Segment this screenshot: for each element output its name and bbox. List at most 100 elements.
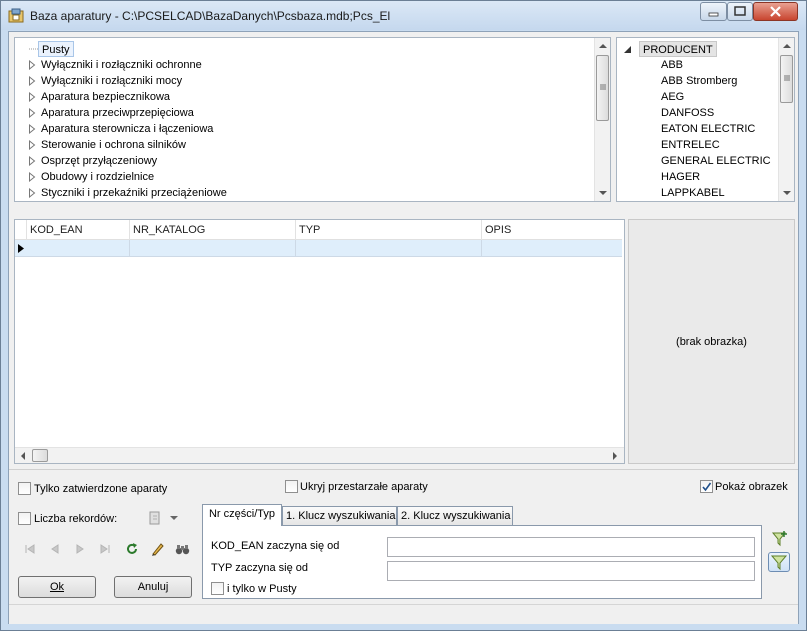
filter-add-icon[interactable] (770, 530, 790, 548)
last-record-icon[interactable] (97, 541, 113, 557)
tree-item-category[interactable]: Styczniki i przekaźniki przeciążeniowe (41, 185, 227, 201)
only-approved-checkbox[interactable] (18, 482, 31, 495)
window-title: Baza aparatury - C:\PCSELCAD\BazaDanych\… (30, 9, 391, 23)
tree-item-category[interactable]: Wyłączniki i rozłączniki mocy (41, 73, 182, 89)
cancel-button-label: Anuluj (137, 581, 169, 593)
next-record-icon[interactable] (72, 541, 88, 557)
column-header[interactable]: TYP (296, 220, 482, 240)
no-image-label: (brak obrazka) (676, 336, 747, 348)
producer-root[interactable]: PRODUCENT (639, 41, 717, 57)
filter-button[interactable] (768, 552, 790, 572)
tree-item-category[interactable]: Osprzęt przyłączeniowy (41, 153, 157, 169)
binoculars-icon[interactable] (174, 541, 190, 557)
ok-button[interactable]: Ok (18, 576, 96, 598)
producer-item[interactable]: ENTRELEC (661, 137, 720, 153)
maximize-icon (734, 6, 746, 16)
producer-tree[interactable]: PRODUCENT ABB ABB Stromberg AEG DANFOSS EATO… (616, 37, 795, 202)
minimize-icon (708, 12, 719, 17)
filter-icon (770, 555, 788, 571)
maximize-button[interactable] (727, 2, 753, 21)
chevron-down-icon[interactable] (169, 514, 179, 522)
category-vertical-scrollbar[interactable] (594, 38, 610, 201)
grid-scroll-thumb[interactable] (32, 449, 48, 462)
tree-expand-icon[interactable] (28, 108, 36, 118)
first-record-icon[interactable] (22, 541, 38, 557)
client-area: Pusty Wyłączniki i rozłączniki ochronne W… (8, 31, 799, 624)
kod-ean-input[interactable] (387, 537, 755, 557)
grid-indicator-header (15, 220, 27, 240)
tab-search-key-1[interactable]: 1. Klucz wyszukiwania (282, 506, 397, 526)
tree-item-category[interactable]: Aparatura sterownicza i łączeniowa (41, 121, 213, 137)
image-preview-panel: (brak obrazka) (628, 219, 795, 464)
prior-record-icon[interactable] (47, 541, 63, 557)
tree-expand-icon[interactable] (28, 156, 36, 166)
scroll-down-icon[interactable] (779, 185, 795, 201)
producer-item[interactable]: EATON ELECTRIC (661, 121, 755, 137)
export-icon[interactable] (147, 509, 167, 527)
tree-expanded-icon (624, 46, 631, 53)
only-in-checkbox[interactable] (211, 582, 224, 595)
cancel-button[interactable]: Anuluj (114, 576, 192, 598)
records-grid[interactable]: KOD_EAN NR_KATALOG TYP OPIS (14, 219, 625, 464)
tree-expand-icon[interactable] (28, 76, 36, 86)
tree-expand-icon[interactable] (28, 172, 36, 182)
grid-horizontal-scrollbar[interactable] (15, 447, 624, 463)
search-tab-page: KOD_EAN zaczyna się od TYP zaczyna się o… (202, 525, 762, 599)
close-button[interactable] (753, 2, 798, 21)
producer-item[interactable]: AEG (661, 89, 684, 105)
tree-expand-icon[interactable] (28, 124, 36, 134)
typ-input[interactable] (387, 561, 755, 581)
category-scroll-thumb[interactable] (596, 55, 609, 121)
database-icon (8, 8, 24, 23)
scroll-up-icon[interactable] (779, 38, 795, 54)
scroll-up-icon[interactable] (595, 38, 611, 54)
tree-expand-icon[interactable] (28, 188, 36, 198)
producer-scroll-thumb[interactable] (780, 55, 793, 103)
tab-label: Nr części/Typ (208, 508, 275, 520)
tree-item-category[interactable]: Aparatura przeciwprzepięciowa (41, 105, 194, 121)
only-in-label: i tylko w Pusty (227, 583, 297, 595)
tree-item-category[interactable]: Wyłączniki i rozłączniki ochronne (41, 57, 202, 73)
producer-item[interactable]: HAGER (661, 169, 700, 185)
scroll-left-icon[interactable] (15, 448, 31, 464)
app-window: Baza aparatury - C:\PCSELCAD\BazaDanych\… (0, 0, 807, 631)
table-row[interactable] (15, 240, 622, 257)
tab-search-key-2[interactable]: 2. Klucz wyszukiwania (397, 506, 513, 526)
producer-vertical-scrollbar[interactable] (778, 38, 794, 201)
refresh-icon[interactable] (124, 541, 140, 557)
title-bar[interactable]: Baza aparatury - C:\PCSELCAD\BazaDanych\… (1, 1, 806, 30)
edit-icon[interactable] (149, 541, 165, 557)
checkmark-icon (702, 482, 712, 492)
status-bar (9, 604, 798, 624)
grid-header: KOD_EAN NR_KATALOG TYP OPIS (15, 220, 622, 240)
minimize-button[interactable] (700, 2, 727, 21)
producer-item[interactable]: GENERAL ELECTRIC (661, 153, 771, 169)
tab-part-number[interactable]: Nr części/Typ (202, 504, 282, 526)
column-header[interactable]: OPIS (482, 220, 622, 240)
tree-item-category[interactable]: Aparatura bezpiecznikowa (41, 89, 170, 105)
tree-item-category[interactable]: Sterowanie i ochrona silników (41, 137, 186, 153)
hide-obsolete-label: Ukryj przestarzałe aparaty (300, 481, 428, 493)
record-navigator (22, 540, 192, 558)
producer-item[interactable]: ABB (661, 57, 683, 73)
only-approved-label: Tylko zatwierdzone aparaty (34, 483, 168, 495)
tree-expand-icon[interactable] (28, 60, 36, 70)
show-image-checkbox[interactable] (700, 480, 713, 493)
column-header[interactable]: NR_KATALOG (130, 220, 296, 240)
tree-item-root[interactable]: Pusty (38, 41, 74, 57)
close-icon (770, 6, 781, 17)
grip-icon (600, 84, 606, 90)
record-count-checkbox[interactable] (18, 512, 31, 525)
scroll-right-icon[interactable] (607, 448, 623, 464)
producer-item[interactable]: DANFOSS (661, 105, 714, 121)
show-image-label: Pokaż obrazek (715, 481, 788, 493)
producer-item[interactable]: LAPPKABEL (661, 185, 725, 201)
tree-expand-icon[interactable] (28, 140, 36, 150)
column-header[interactable]: KOD_EAN (27, 220, 130, 240)
category-tree[interactable]: Pusty Wyłączniki i rozłączniki ochronne W… (14, 37, 611, 202)
tree-expand-icon[interactable] (28, 92, 36, 102)
tree-item-category[interactable]: Obudowy i rozdzielnice (41, 169, 154, 185)
producer-item[interactable]: ABB Stromberg (661, 73, 737, 89)
scroll-down-icon[interactable] (595, 185, 611, 201)
hide-obsolete-checkbox[interactable] (285, 480, 298, 493)
